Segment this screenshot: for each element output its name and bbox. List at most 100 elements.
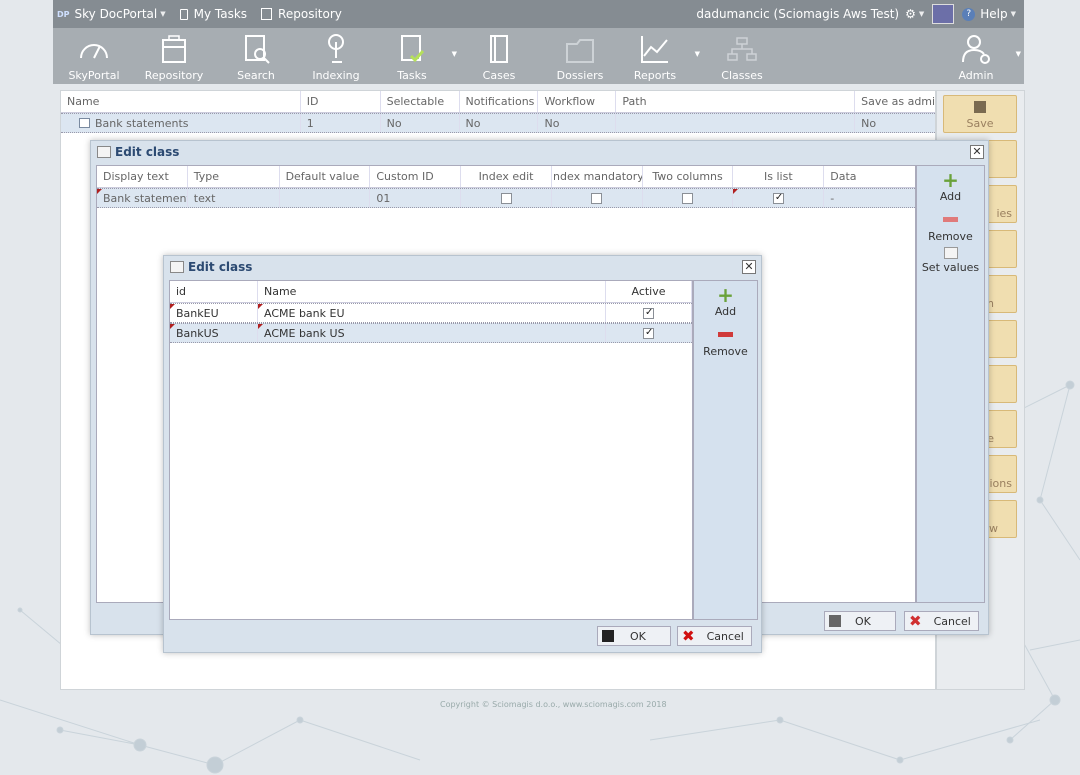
set-values-button[interactable]: Set values [917, 247, 984, 274]
column-header[interactable]: Workflow [538, 91, 617, 112]
my-tasks-link[interactable]: My Tasks [179, 7, 248, 21]
active-cell [606, 304, 692, 322]
active-checkbox[interactable] [643, 307, 654, 319]
custom-id-cell[interactable]: 01 [370, 189, 462, 207]
book-icon [490, 35, 508, 63]
table-row[interactable]: BankUS ACME bank US [170, 323, 692, 343]
set-values-label: Set values [921, 261, 980, 274]
data-cell[interactable]: - [824, 189, 915, 207]
folder-icon [566, 39, 594, 63]
cabinet-icon [162, 35, 186, 63]
add-value-button[interactable]: + Add [694, 285, 757, 318]
column-header[interactable]: Custom ID [370, 166, 462, 187]
column-header[interactable]: Is list [733, 166, 825, 187]
save-label: Save [966, 117, 994, 130]
name-cell[interactable]: ACME bank EU [258, 304, 606, 322]
dirty-marker [170, 304, 175, 309]
ribbon-cases-label: Cases [482, 69, 516, 82]
id-cell[interactable]: BankEU [170, 304, 258, 322]
column-header[interactable]: Two columns [643, 166, 734, 187]
column-header[interactable]: Selectable [381, 91, 460, 112]
ribbon-repository[interactable]: Repository [143, 28, 205, 84]
side-button-label: ies [996, 207, 1012, 220]
value-name: ACME bank US [264, 326, 345, 340]
theme-color-swatch[interactable] [932, 4, 955, 24]
dialog-title-bar[interactable]: Edit class [164, 256, 761, 278]
column-header[interactable]: Notifications [460, 91, 539, 112]
user-name[interactable]: dadumancic (Sciomagis Aws Test) [696, 7, 899, 21]
ribbon-skyportal[interactable]: SkyPortal [63, 28, 125, 84]
column-header[interactable]: Name [61, 91, 301, 112]
remove-field-button[interactable]: Remove [917, 207, 984, 243]
floppy-icon [829, 615, 841, 627]
save-button[interactable]: Save [943, 95, 1017, 133]
chevron-down-icon[interactable]: ▼ [452, 50, 457, 58]
index-edit-checkbox[interactable] [500, 192, 512, 204]
edit-icon [943, 247, 958, 259]
ribbon-skyportal-label: SkyPortal [68, 69, 120, 82]
ok-label: OK [855, 614, 871, 628]
remove-label: Remove [928, 230, 973, 243]
ribbon-tasks[interactable]: Tasks ▼ [381, 28, 457, 84]
ribbon-search-label: Search [237, 69, 275, 82]
column-header[interactable]: Data [824, 166, 915, 187]
my-tasks-label: My Tasks [193, 7, 248, 21]
cancel-button[interactable]: ✖ Cancel [677, 626, 752, 646]
app-menu[interactable]: DP Sky DocPortal ▼ [57, 7, 166, 21]
column-header[interactable]: Path [616, 91, 856, 112]
ribbon-dossiers[interactable]: Dossiers [549, 28, 611, 84]
help-menu[interactable]: Help [980, 7, 1007, 21]
cancel-label: Cancel [933, 614, 971, 628]
column-header[interactable]: Type [188, 166, 280, 187]
column-header[interactable]: Index edit [461, 166, 552, 187]
chevron-down-icon[interactable]: ▼ [695, 50, 700, 58]
type-cell[interactable]: text [188, 189, 280, 207]
column-header[interactable]: id [170, 281, 258, 302]
close-icon[interactable]: ✕ [742, 260, 756, 274]
ribbon-reports[interactable]: Reports ▼ [624, 28, 700, 84]
ribbon-indexing[interactable]: Indexing [305, 28, 367, 84]
ribbon-classes[interactable]: Classes [711, 28, 773, 84]
column-header[interactable]: Save as admin. [855, 91, 935, 112]
dirty-marker [97, 189, 102, 194]
admin-icon [962, 35, 990, 64]
add-field-button[interactable]: + Add [917, 170, 984, 203]
column-header[interactable]: Index mandatory [552, 166, 643, 187]
column-header[interactable]: Name [258, 281, 606, 302]
minus-icon [718, 332, 733, 337]
column-header[interactable]: Default value [280, 166, 371, 187]
cancel-label: Cancel [706, 629, 744, 643]
column-header[interactable]: ID [301, 91, 381, 112]
cancel-button[interactable]: ✖ Cancel [904, 611, 979, 631]
close-icon[interactable]: ✕ [970, 145, 984, 159]
dialog-title-bar[interactable]: Edit class [91, 141, 988, 163]
id-cell[interactable]: BankUS [170, 324, 258, 342]
table-row[interactable]: BankEU ACME bank EU [170, 303, 692, 323]
default-value-cell[interactable] [280, 189, 371, 207]
ok-button[interactable]: OK [597, 626, 671, 646]
active-checkbox[interactable] [643, 327, 654, 339]
column-header[interactable]: Active [606, 281, 692, 302]
table-row[interactable]: Bank statements 1 No No No No [61, 113, 935, 133]
is-list-checkbox[interactable] [772, 192, 784, 204]
index-mandatory-cell [552, 189, 643, 207]
help-icon[interactable]: ? [962, 7, 976, 21]
ok-label: OK [630, 629, 646, 643]
two-columns-checkbox[interactable] [682, 192, 694, 204]
name-cell[interactable]: ACME bank US [258, 324, 606, 342]
index-mandatory-checkbox[interactable] [591, 192, 603, 204]
repository-link[interactable]: Repository [261, 7, 342, 21]
ok-button[interactable]: OK [824, 611, 896, 631]
remove-value-button[interactable]: Remove [694, 322, 757, 358]
column-header[interactable]: Display text [97, 166, 188, 187]
ribbon-admin[interactable]: Admin ▼ [945, 28, 1021, 84]
repository-label: Repository [278, 7, 342, 21]
chevron-down-icon[interactable]: ▼ [1016, 50, 1021, 58]
user-settings-icon[interactable]: ⚙ [905, 7, 916, 21]
plus-icon: + [942, 168, 959, 192]
table-row[interactable]: Bank statement text 01 - [97, 188, 915, 208]
ribbon-cases[interactable]: Cases [468, 28, 530, 84]
dirty-marker [733, 189, 739, 194]
ribbon-search[interactable]: Search [225, 28, 287, 84]
display-text-cell[interactable]: Bank statement [97, 189, 188, 207]
